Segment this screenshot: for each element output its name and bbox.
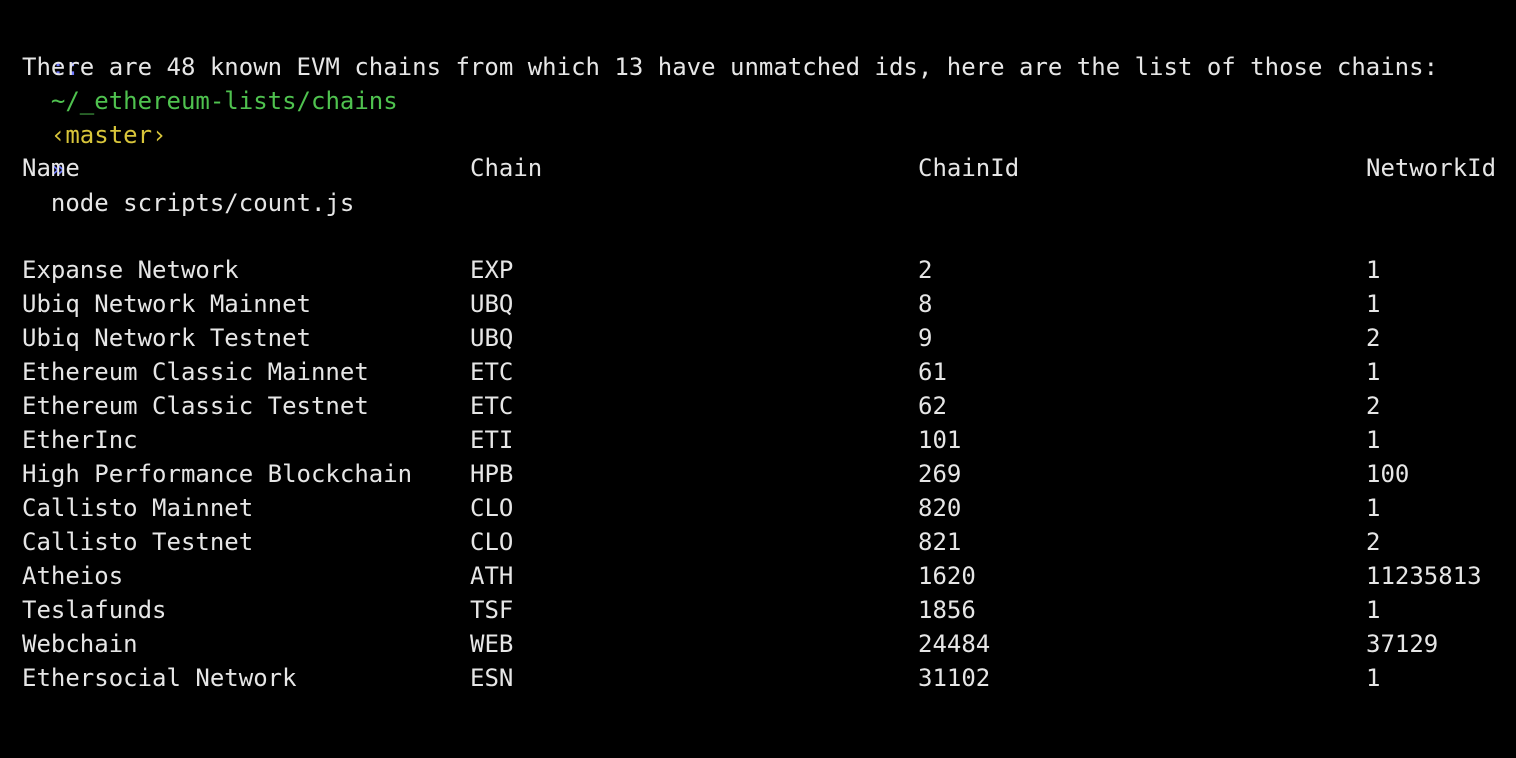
cell-chain: WEB <box>470 630 514 658</box>
cell-chainid: 31102 <box>918 664 991 692</box>
cell-chainid: 1620 <box>918 562 976 590</box>
cell-networkid: 1 <box>1366 426 1381 454</box>
shell-prompt-line: :: ~/_ethereum-lists/chains ‹master› » n… <box>22 16 398 217</box>
cell-name: EtherInc <box>22 426 138 454</box>
cell-chainid: 2 <box>918 256 933 284</box>
cell-chain: CLO <box>470 494 514 522</box>
cell-networkid: 100 <box>1366 460 1410 488</box>
cell-chainid: 101 <box>918 426 962 454</box>
cell-chain: ETI <box>470 426 514 454</box>
cell-chainid: 62 <box>918 392 947 420</box>
cell-chainid: 820 <box>918 494 962 522</box>
cell-name: High Performance Blockchain <box>22 460 413 488</box>
cell-chain: TSF <box>470 596 514 624</box>
cell-networkid: 11235813 <box>1366 562 1482 590</box>
cell-chainid: 24484 <box>918 630 991 658</box>
cell-chain: EXP <box>470 256 514 284</box>
cell-chain: CLO <box>470 528 514 556</box>
git-branch-indicator: ‹master› <box>50 121 167 149</box>
cell-name: Ethereum Classic Testnet <box>22 392 369 420</box>
table-row: Atheios ATH 1620 11235813 <box>0 559 1516 593</box>
table-row: EtherInc ETI 101 1 <box>0 423 1516 457</box>
cell-networkid: 1 <box>1366 290 1381 318</box>
cell-name: Webchain <box>22 630 138 658</box>
cell-name: Ubiq Network Testnet <box>22 324 311 352</box>
cell-name: Teslafunds <box>22 596 167 624</box>
cell-chainid: 821 <box>918 528 962 556</box>
cell-networkid: 2 <box>1366 392 1381 420</box>
chain-table-body: Expanse Network EXP 2 1 Ubiq Network Mai… <box>0 253 1516 695</box>
cell-name: Ubiq Network Mainnet <box>22 290 311 318</box>
table-row: Webchain WEB 24484 37129 <box>0 627 1516 661</box>
column-header-chain: Chain <box>470 154 543 182</box>
cell-name: Callisto Mainnet <box>22 494 254 522</box>
table-row: Ubiq Network Testnet UBQ 9 2 <box>0 321 1516 355</box>
table-header-row: Name Chain ChainId NetworkId <box>0 151 1516 185</box>
table-row: Ethersocial Network ESN 31102 1 <box>0 661 1516 695</box>
cell-chainid: 61 <box>918 358 947 386</box>
cell-chain: ATH <box>470 562 514 590</box>
executed-command: node scripts/count.js <box>50 189 355 217</box>
cell-networkid: 2 <box>1366 528 1381 556</box>
table-row: High Performance Blockchain HPB 269 100 <box>0 457 1516 491</box>
cell-chain: ESN <box>470 664 514 692</box>
table-row: Ubiq Network Mainnet UBQ 8 1 <box>0 287 1516 321</box>
table-row: Expanse Network EXP 2 1 <box>0 253 1516 287</box>
cell-chainid: 1856 <box>918 596 976 624</box>
column-header-networkid: NetworkId <box>1366 154 1497 182</box>
cell-name: Expanse Network <box>22 256 239 284</box>
cell-chain: UBQ <box>470 290 514 318</box>
cell-name: Ethereum Classic Mainnet <box>22 358 369 386</box>
cell-networkid: 1 <box>1366 256 1381 284</box>
cell-chainid: 9 <box>918 324 933 352</box>
column-header-name: Name <box>22 154 80 182</box>
table-row: Ethereum Classic Testnet ETC 62 2 <box>0 389 1516 423</box>
table-row: Callisto Testnet CLO 821 2 <box>0 525 1516 559</box>
cell-chainid: 8 <box>918 290 933 318</box>
table-row: Callisto Mainnet CLO 820 1 <box>0 491 1516 525</box>
column-header-chainid: ChainId <box>918 154 1020 182</box>
cell-networkid: 1 <box>1366 494 1381 522</box>
prompt-path: ~/_ethereum-lists/chains <box>50 87 398 115</box>
cell-chain: ETC <box>470 358 514 386</box>
cell-networkid: 1 <box>1366 664 1381 692</box>
cell-name: Atheios <box>22 562 124 590</box>
cell-networkid: 1 <box>1366 596 1381 624</box>
cell-chain: HPB <box>470 460 514 488</box>
cell-chainid: 269 <box>918 460 962 488</box>
cell-chain: ETC <box>470 392 514 420</box>
cell-networkid: 1 <box>1366 358 1381 386</box>
command-output-summary: There are 48 known EVM chains from which… <box>22 53 1439 81</box>
cell-networkid: 37129 <box>1366 630 1439 658</box>
cell-name: Ethersocial Network <box>22 664 297 692</box>
table-row: Teslafunds TSF 1856 1 <box>0 593 1516 627</box>
table-row: Ethereum Classic Mainnet ETC 61 1 <box>0 355 1516 389</box>
cell-name: Callisto Testnet <box>22 528 254 556</box>
cell-chain: UBQ <box>470 324 514 352</box>
cell-networkid: 2 <box>1366 324 1381 352</box>
